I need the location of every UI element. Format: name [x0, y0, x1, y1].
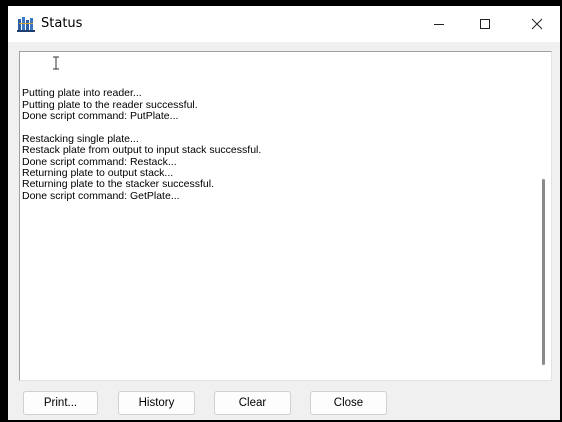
clear-button[interactable]: Clear: [214, 391, 291, 415]
log-line: Restack plate from output to input stack…: [22, 144, 262, 157]
print-button[interactable]: Print...: [23, 391, 98, 415]
window-title: Status: [41, 16, 83, 31]
scrollbar-thumb[interactable]: [542, 179, 545, 365]
status-log-panel[interactable]: Putting plate into reader... Putting plat…: [19, 51, 552, 381]
history-button[interactable]: History: [118, 391, 195, 415]
maximize-button[interactable]: [462, 6, 508, 42]
text-cursor-icon: [53, 56, 59, 70]
minimize-button[interactable]: [416, 6, 462, 42]
log-line: Returning plate to the stacker successfu…: [22, 178, 215, 191]
log-line: Done script command: GetPlate...: [22, 189, 180, 202]
vertical-scrollbar[interactable]: [537, 53, 550, 379]
status-app-icon: [17, 15, 35, 33]
status-log-text[interactable]: Putting plate into reader... Putting plat…: [22, 54, 537, 378]
minimize-icon: [434, 24, 444, 25]
log-line: Done script command: PutPlate...: [22, 109, 179, 122]
title-bar[interactable]: Status: [8, 6, 560, 42]
close-icon: [531, 18, 543, 30]
maximize-icon: [480, 19, 490, 29]
close-button[interactable]: Close: [310, 391, 387, 415]
status-window: Status Putting plate into reader... Putti…: [8, 6, 560, 420]
log-line: Putting plate into reader...: [22, 87, 142, 100]
close-window-button[interactable]: [514, 6, 560, 42]
